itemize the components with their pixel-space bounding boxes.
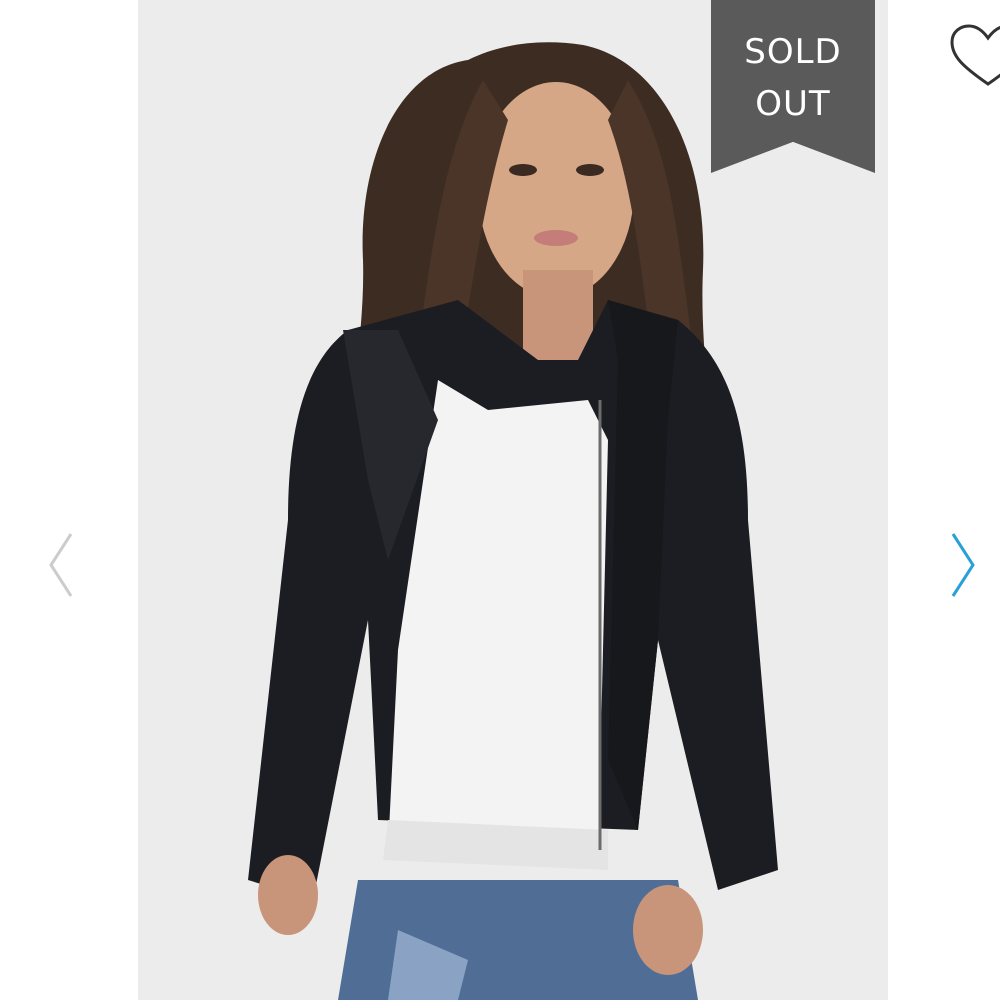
carousel-next-button[interactable] — [940, 520, 988, 610]
model-neck — [523, 270, 593, 360]
sold-out-text: SOLD OUT — [744, 32, 842, 124]
product-image[interactable] — [138, 0, 888, 1000]
model-photo-illustration — [248, 42, 778, 1000]
heart-outline-icon — [950, 24, 1000, 86]
chevron-right-icon — [951, 533, 975, 597]
chevron-left-icon — [49, 533, 73, 597]
favorite-button[interactable] — [948, 24, 1000, 90]
carousel-prev-button[interactable] — [36, 520, 84, 610]
